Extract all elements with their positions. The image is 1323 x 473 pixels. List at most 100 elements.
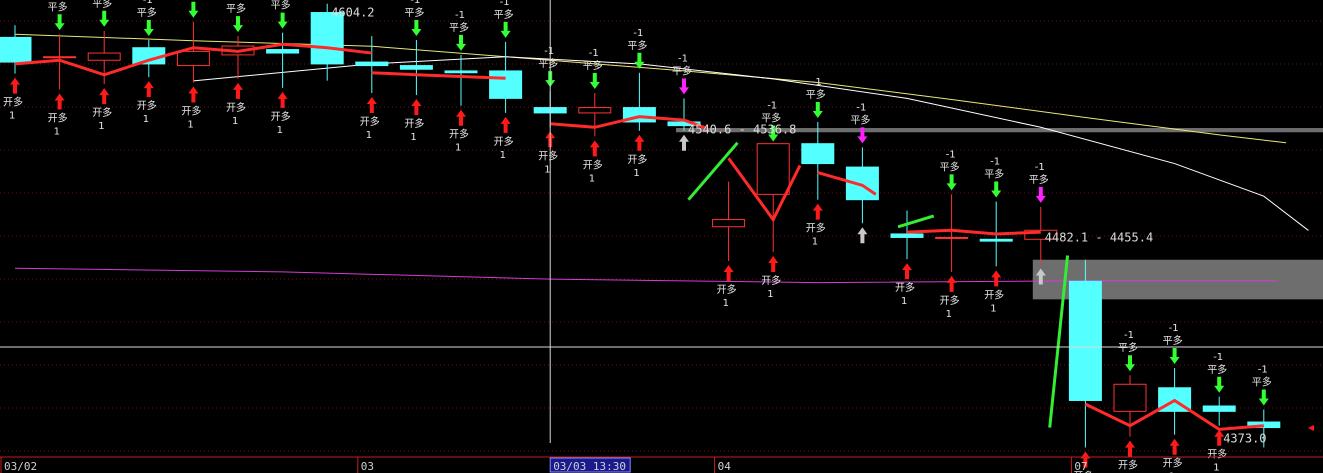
signal-label: 开多 xyxy=(1163,457,1183,470)
signal-qty: -1 xyxy=(589,48,599,59)
signal-qty: -1 xyxy=(455,10,465,21)
signal-label: 平多 xyxy=(1029,173,1049,186)
signal-label: 平多 xyxy=(806,88,826,101)
signal-label: 开多 xyxy=(3,96,23,109)
signal-label: 平多 xyxy=(850,113,870,126)
candle-body xyxy=(1068,280,1102,401)
axis-tick-label: 04 xyxy=(718,460,732,473)
signal-label: 开多 xyxy=(137,99,157,112)
signal-label: 开多 xyxy=(181,105,201,118)
candle-body xyxy=(578,107,612,114)
price-chart[interactable]: 开多1平多-1开多1平多-1开多1平多-1开多1平多-1开多1平多-1开多1平多… xyxy=(0,0,1323,473)
signal-label: 平多 xyxy=(538,57,558,70)
signal-label: 平多 xyxy=(984,168,1004,181)
signal-label: 开多 xyxy=(360,115,380,128)
signal-label: 开多 xyxy=(895,281,915,294)
candle-body xyxy=(355,61,389,67)
signal-qty: 1 xyxy=(901,296,907,307)
signal-label: 开多 xyxy=(940,294,960,307)
price-label: 4604.2 xyxy=(331,6,374,20)
axis-tick-label: 03/02 xyxy=(4,460,37,473)
candle-body xyxy=(0,36,32,63)
signal-label: 平多 xyxy=(1207,363,1227,376)
signal-label: 平多 xyxy=(494,8,514,21)
candle-body xyxy=(176,50,210,67)
signal-label: 开多 xyxy=(1207,448,1227,461)
signal-qty: -1 xyxy=(1124,330,1134,341)
signal-label: 平多 xyxy=(940,160,960,173)
signal-qty: 1 xyxy=(366,130,372,141)
signal-qty: -1 xyxy=(500,0,510,8)
signal-label: 平多 xyxy=(48,0,68,13)
signal-qty: 1 xyxy=(946,309,952,320)
signal-qty: 1 xyxy=(1213,463,1219,473)
signal-label: 平多 xyxy=(1118,341,1138,354)
signal-qty: 1 xyxy=(277,125,283,136)
signal-label: 平多 xyxy=(672,64,692,77)
signal-qty: 1 xyxy=(544,164,550,175)
candle-body xyxy=(43,56,77,59)
signal-label: 平多 xyxy=(1163,334,1183,347)
signal-qty: 1 xyxy=(455,143,461,154)
candle-body xyxy=(890,233,924,238)
signal-label: 开多 xyxy=(226,101,246,114)
candle-body xyxy=(979,238,1013,242)
candle-body xyxy=(266,49,300,54)
signal-label: 平多 xyxy=(181,0,201,1)
signal-label: 开多 xyxy=(48,112,68,125)
candle-body xyxy=(712,219,746,228)
signal-qty: 1 xyxy=(633,168,639,179)
signal-label: 开多 xyxy=(627,153,647,166)
signal-qty: 1 xyxy=(187,120,193,131)
signal-qty: -1 xyxy=(1035,162,1045,173)
signal-qty: -1 xyxy=(143,0,153,6)
signal-qty: -1 xyxy=(544,46,554,57)
signal-label: 平多 xyxy=(271,0,291,12)
signal-label: 开多 xyxy=(717,283,737,296)
signal-qty: 1 xyxy=(500,150,506,161)
axis-tick-label: 03 xyxy=(361,460,374,473)
candle-body xyxy=(1202,405,1236,412)
signal-label: 开多 xyxy=(761,274,781,287)
candle-body xyxy=(87,52,121,61)
signal-qty: -1 xyxy=(1213,352,1223,363)
signal-label: 开多 xyxy=(1118,459,1138,472)
signal-qty: -1 xyxy=(1258,365,1268,376)
signal-qty: 1 xyxy=(767,289,773,300)
signal-qty: -1 xyxy=(678,53,688,64)
signal-qty: -1 xyxy=(856,102,866,113)
signal-label: 开多 xyxy=(271,110,291,123)
candle-body xyxy=(801,143,835,165)
signal-label: 平多 xyxy=(1252,376,1272,389)
candle-body xyxy=(489,70,523,99)
signal-qty: 1 xyxy=(812,237,818,248)
signal-label: 开多 xyxy=(404,117,424,130)
signal-label: 平多 xyxy=(404,6,424,19)
signal-qty: 1 xyxy=(589,173,595,184)
cursor-time-label: 03/03 13:30 xyxy=(553,460,626,473)
signal-qty: -1 xyxy=(1169,323,1179,334)
signal-label: 开多 xyxy=(92,106,112,119)
candle-body xyxy=(399,65,433,70)
signal-qty: 1 xyxy=(990,303,996,314)
signal-label: 开多 xyxy=(449,128,469,141)
signal-label: 平多 xyxy=(92,0,112,10)
signal-label: 开多 xyxy=(984,288,1004,301)
signal-qty: 1 xyxy=(723,298,729,309)
signal-qty: -1 xyxy=(767,101,777,112)
signal-qty: 1 xyxy=(9,111,15,122)
candle-body xyxy=(444,70,478,74)
signal-label: 平多 xyxy=(583,59,603,72)
signal-label: 开多 xyxy=(583,158,603,171)
signal-qty: -1 xyxy=(633,28,643,39)
signal-qty: -1 xyxy=(946,149,956,160)
signal-label: 平多 xyxy=(137,6,157,19)
signal-qty: -1 xyxy=(990,157,1000,168)
signal-qty: 1 xyxy=(143,114,149,125)
signal-label: 平多 xyxy=(226,2,246,15)
signal-label: 开多 xyxy=(494,135,514,148)
signal-qty: -1 xyxy=(410,0,420,6)
signal-qty: -1 xyxy=(812,77,822,88)
signal-label: 平多 xyxy=(449,21,469,34)
candle-body xyxy=(1113,383,1147,412)
